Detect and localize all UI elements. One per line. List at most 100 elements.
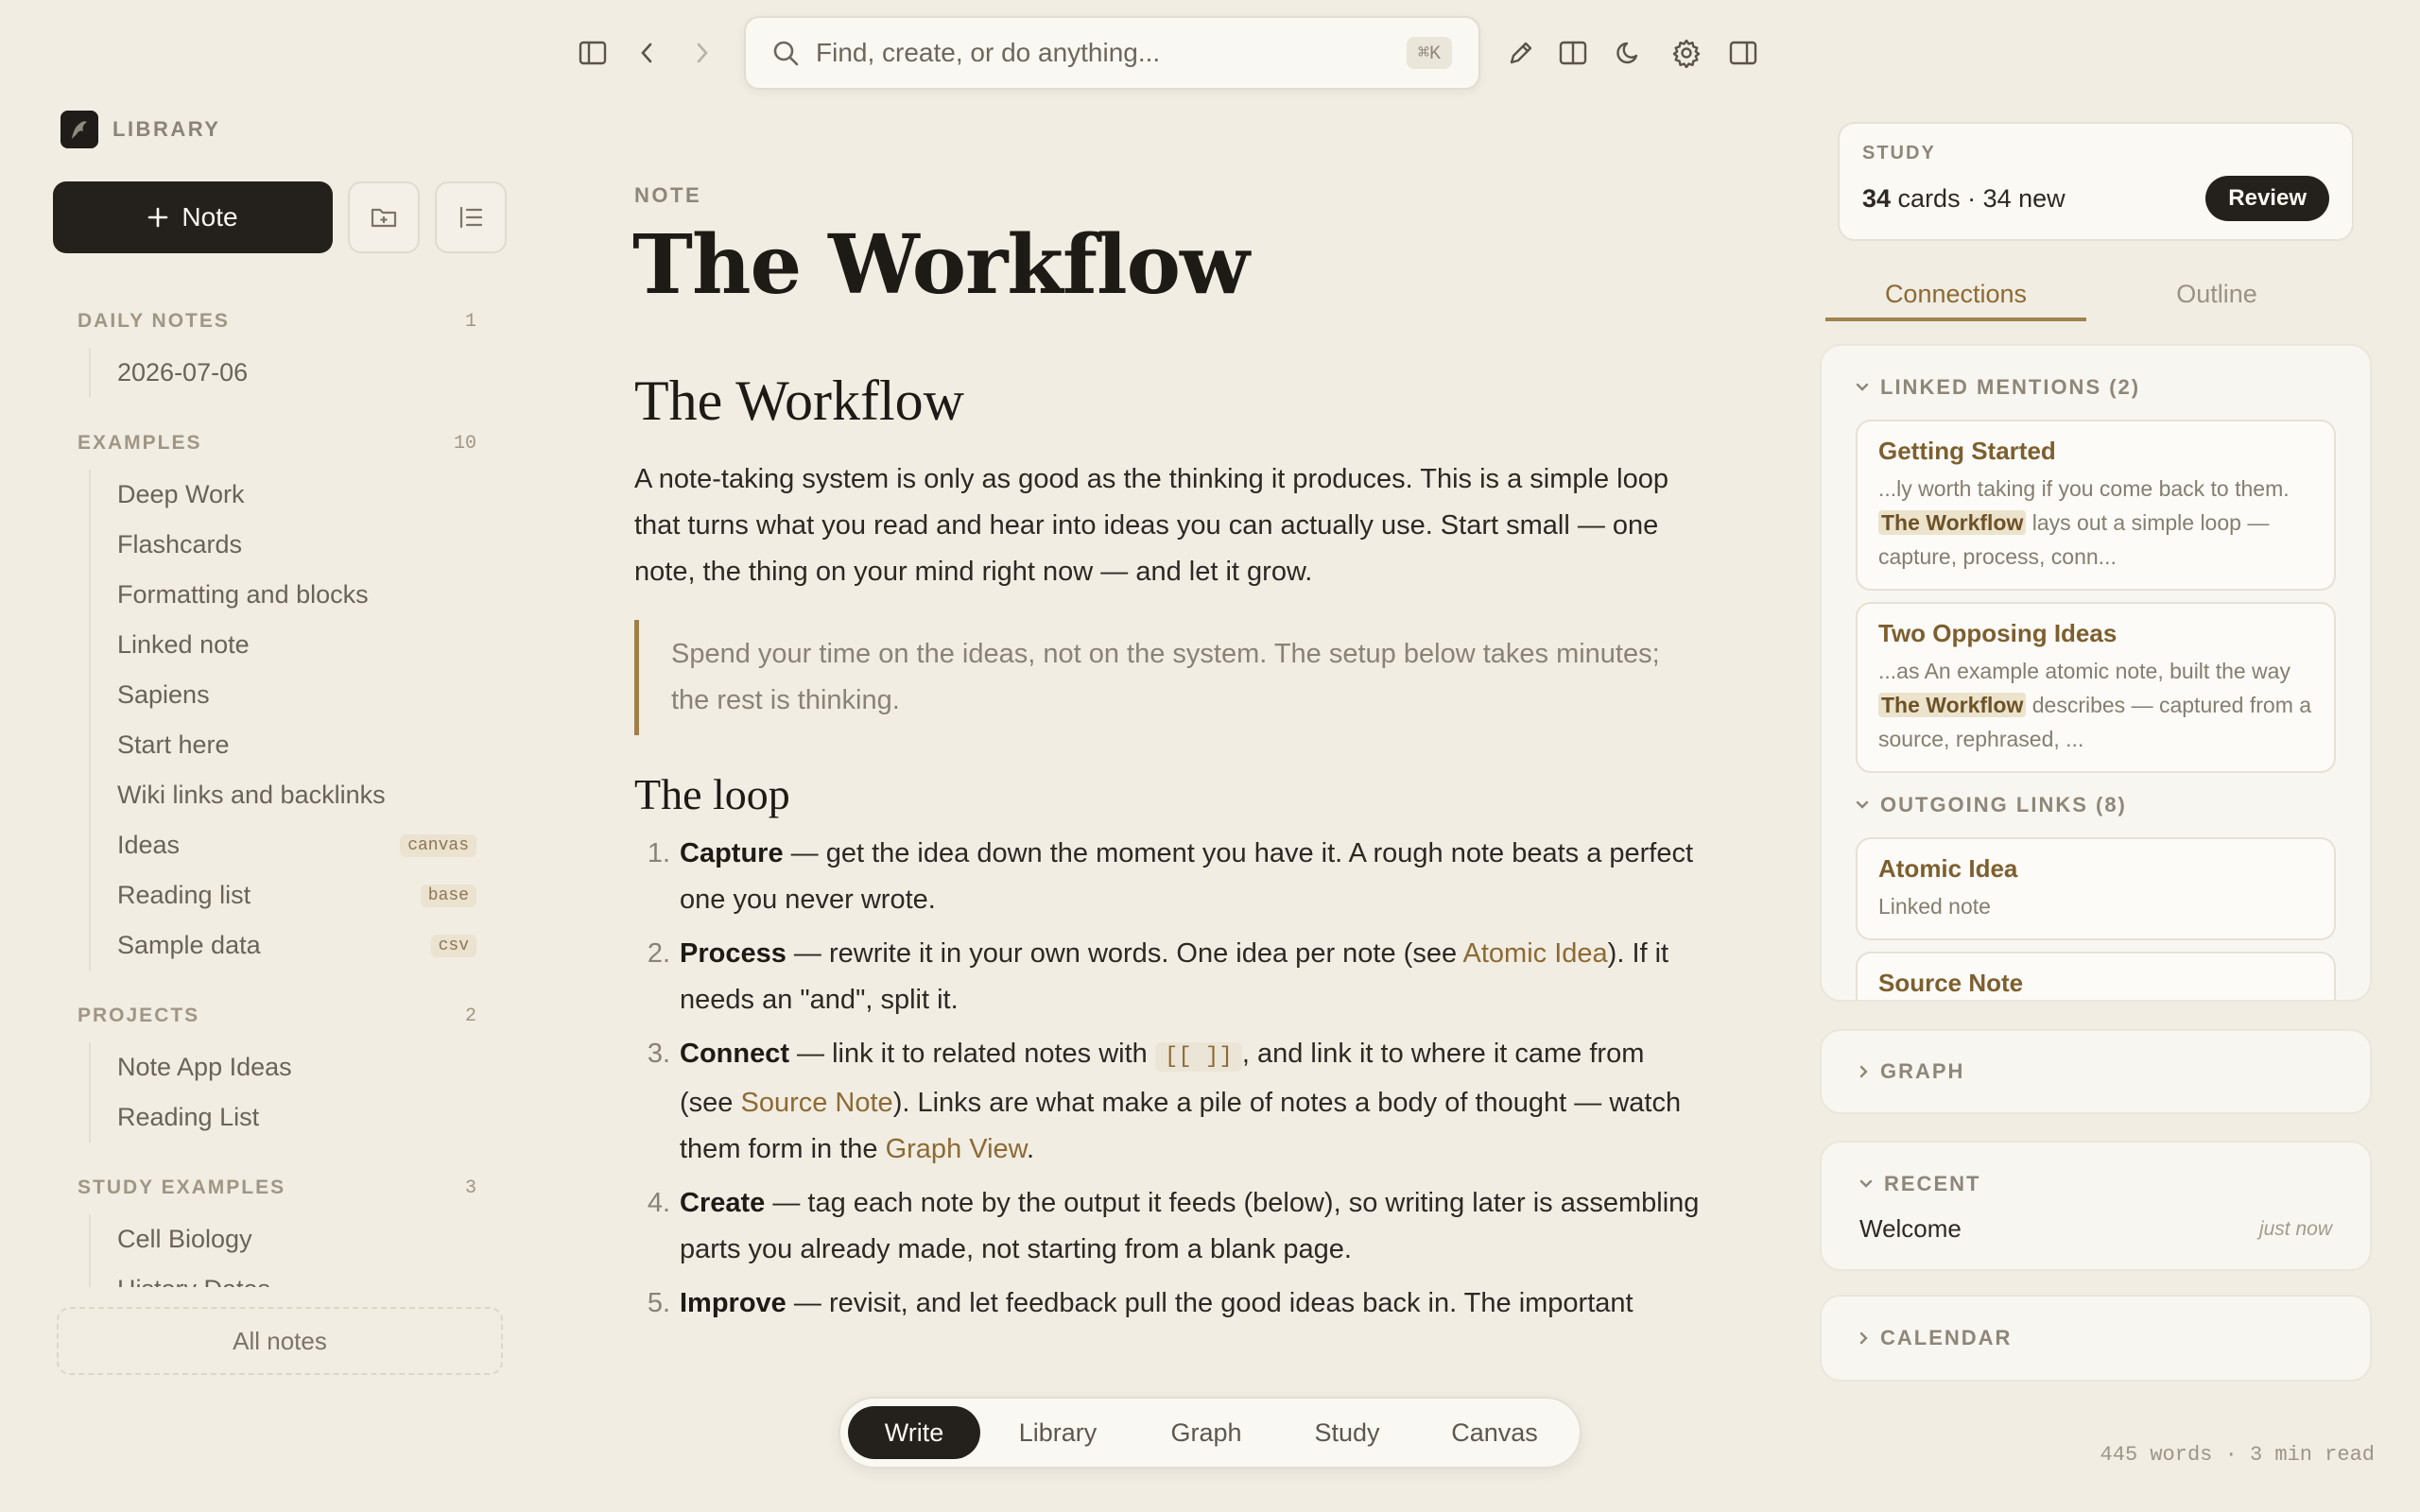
sidebar-note-item[interactable]: Linked note bbox=[91, 620, 497, 670]
source-note-link[interactable]: Source Note bbox=[740, 1088, 892, 1118]
sidebar-note-item[interactable]: Formatting and blocks bbox=[91, 570, 497, 620]
snippet-highlight: The Workflow bbox=[1878, 693, 2027, 717]
sidebar-note-item[interactable]: History Dates bbox=[91, 1264, 497, 1287]
recent-item[interactable]: Welcome just now bbox=[1859, 1214, 2332, 1244]
recent-title: RECENT bbox=[1884, 1172, 1981, 1195]
tab-outline[interactable]: Outline bbox=[2086, 272, 2347, 321]
new-note-button[interactable]: Note bbox=[53, 181, 333, 253]
moon-icon[interactable] bbox=[1612, 36, 1646, 70]
outgoing-links-title: OUTGOING LINKS (8) bbox=[1880, 793, 2127, 816]
sidebar-note-tree: DAILY NOTES 1 2026-07-06 EXAMPLES 10 Deep Wor… bbox=[53, 295, 497, 1287]
forward-arrow-icon[interactable] bbox=[685, 36, 719, 70]
calendar-section[interactable]: CALENDAR bbox=[1820, 1295, 2372, 1382]
mention-snippet: ...ly worth taking if you come back to t… bbox=[1878, 472, 2313, 574]
sort-list-button[interactable] bbox=[435, 181, 507, 253]
file-type-badge: base bbox=[420, 884, 476, 907]
tab-library[interactable]: Library bbox=[980, 1406, 1135, 1459]
list-item: 1. Capture — get the idea down the momen… bbox=[634, 831, 1703, 923]
sidebar-note-item[interactable]: Wiki links and backlinks bbox=[91, 770, 497, 820]
graph-header: GRAPH bbox=[1859, 1051, 1964, 1092]
back-arrow-icon[interactable] bbox=[630, 36, 664, 70]
sidebar-note-item[interactable]: Note App Ideas bbox=[91, 1042, 497, 1092]
sidebar-note-item[interactable]: Cell Biology bbox=[91, 1214, 497, 1264]
tab-connections[interactable]: Connections bbox=[1825, 272, 2086, 321]
sidebar-note-item[interactable]: 2026-07-06 bbox=[91, 348, 497, 398]
sidebar-note-item[interactable]: Reading list base bbox=[91, 870, 497, 920]
tab-graph[interactable]: Graph bbox=[1135, 1406, 1277, 1459]
section-title: DAILY NOTES bbox=[78, 310, 230, 332]
mention-card[interactable]: Getting Started ...ly worth taking if yo… bbox=[1856, 420, 2336, 591]
snippet-text: ...as An example atomic note, built the … bbox=[1878, 659, 2290, 683]
stats-separator: · bbox=[1960, 183, 1983, 213]
split-view-icon[interactable] bbox=[1556, 36, 1590, 70]
sidebar-note-label: Flashcards bbox=[117, 530, 243, 558]
outgoing-link-card[interactable]: Atomic Idea Linked note bbox=[1856, 837, 2336, 940]
sidebar-note-item[interactable]: Flashcards bbox=[91, 520, 497, 570]
review-button[interactable]: Review bbox=[2205, 176, 2329, 221]
atomic-idea-link[interactable]: Atomic Idea bbox=[1463, 938, 1608, 969]
library-logo bbox=[60, 111, 98, 148]
recent-header[interactable]: RECENT bbox=[1859, 1163, 2332, 1205]
mention-card[interactable]: Two Opposing Ideas ...as An example atom… bbox=[1856, 602, 2336, 773]
sidebar-note-item[interactable]: Sapiens bbox=[91, 670, 497, 720]
page-title[interactable]: The Workflow bbox=[632, 217, 1250, 313]
search-bar[interactable]: Find, create, or do anything... ⌘K bbox=[744, 16, 1480, 90]
step-text: — tag each note by the output it feeds (… bbox=[680, 1188, 1700, 1264]
list-number: 3. bbox=[647, 1039, 670, 1069]
note-heading-2: The Workflow bbox=[634, 369, 964, 432]
sidebar-note-item[interactable]: Deep Work bbox=[91, 470, 497, 520]
sidebar-section-items: Deep Work Flashcards Formatting and blocks… bbox=[89, 470, 497, 971]
wikilink-code: [[ ]] bbox=[1154, 1042, 1242, 1072]
sidebar-note-label: Deep Work bbox=[117, 480, 245, 508]
graph-section[interactable]: GRAPH bbox=[1820, 1029, 2372, 1114]
right-panel-tabs: Connections Outline bbox=[1825, 272, 2347, 321]
sidebar-note-label: 2026-07-06 bbox=[117, 358, 249, 387]
section-count: 3 bbox=[464, 1177, 476, 1199]
plus-icon bbox=[147, 207, 168, 228]
cards-word: cards bbox=[1891, 183, 1961, 213]
linked-mentions-header[interactable]: LINKED MENTIONS (2) bbox=[1856, 367, 2336, 408]
sidebar-section-header[interactable]: PROJECTS 2 bbox=[53, 989, 497, 1042]
search-input[interactable]: Find, create, or do anything... bbox=[816, 38, 1407, 68]
all-notes-button[interactable]: All notes bbox=[57, 1307, 503, 1375]
new-folder-button[interactable] bbox=[348, 181, 420, 253]
step-text: — rewrite it in your own words. One idea… bbox=[786, 938, 1463, 969]
sidebar-note-item[interactable]: Reading List bbox=[91, 1092, 497, 1143]
sidebar-toggle-icon[interactable] bbox=[576, 36, 610, 70]
search-shortcut-badge: ⌘K bbox=[1406, 37, 1452, 69]
sidebar-note-label: Linked note bbox=[117, 630, 250, 659]
list-number: 5. bbox=[647, 1288, 670, 1318]
right-panel-icon[interactable] bbox=[1726, 36, 1760, 70]
sidebar-note-label: Ideas bbox=[117, 831, 181, 859]
sidebar-note-label: Reading list bbox=[117, 881, 251, 909]
chevron-right-icon bbox=[1859, 1332, 1869, 1345]
outgoing-links-header[interactable]: OUTGOING LINKS (8) bbox=[1856, 784, 2336, 826]
pencil-icon[interactable] bbox=[1504, 36, 1538, 70]
gear-icon[interactable] bbox=[1669, 36, 1703, 70]
step-text: . bbox=[1026, 1134, 1035, 1164]
step-term: Improve bbox=[680, 1288, 786, 1318]
tab-canvas[interactable]: Canvas bbox=[1417, 1406, 1572, 1459]
section-count: 1 bbox=[464, 310, 476, 333]
list-item: 4. Create — tag each note by the output … bbox=[634, 1180, 1703, 1273]
recent-section: RECENT Welcome just now bbox=[1820, 1141, 2372, 1271]
tab-write[interactable]: Write bbox=[848, 1406, 980, 1459]
study-stats: 34 cards · 34 new bbox=[1862, 184, 2066, 214]
sidebar-section-header[interactable]: EXAMPLES 10 bbox=[53, 417, 497, 470]
card-count: 34 bbox=[1862, 183, 1892, 213]
chevron-down-icon bbox=[1856, 383, 1869, 392]
sidebar-note-item[interactable]: Ideas canvas bbox=[91, 820, 497, 870]
sidebar-section-items: Cell Biology History Dates bbox=[89, 1214, 497, 1287]
note-editor[interactable]: The Workflow A note-taking system is onl… bbox=[634, 369, 1703, 1380]
tab-study[interactable]: Study bbox=[1277, 1406, 1417, 1459]
graph-view-link[interactable]: Graph View bbox=[886, 1134, 1027, 1164]
list-item: 2. Process — rewrite it in your own word… bbox=[634, 931, 1703, 1023]
sidebar-section-header[interactable]: STUDY EXAMPLES 3 bbox=[53, 1161, 497, 1214]
outgoing-link-card[interactable]: Source Note bbox=[1856, 952, 2336, 1000]
sidebar-note-item[interactable]: Start here bbox=[91, 720, 497, 770]
sidebar-section-header[interactable]: DAILY NOTES 1 bbox=[53, 295, 497, 348]
step-text: — revisit, and let feedback pull the goo… bbox=[786, 1288, 1634, 1318]
chevron-right-icon bbox=[1859, 1065, 1869, 1078]
calendar-title: CALENDAR bbox=[1880, 1326, 2013, 1349]
sidebar-note-item[interactable]: Sample data csv bbox=[91, 920, 497, 971]
